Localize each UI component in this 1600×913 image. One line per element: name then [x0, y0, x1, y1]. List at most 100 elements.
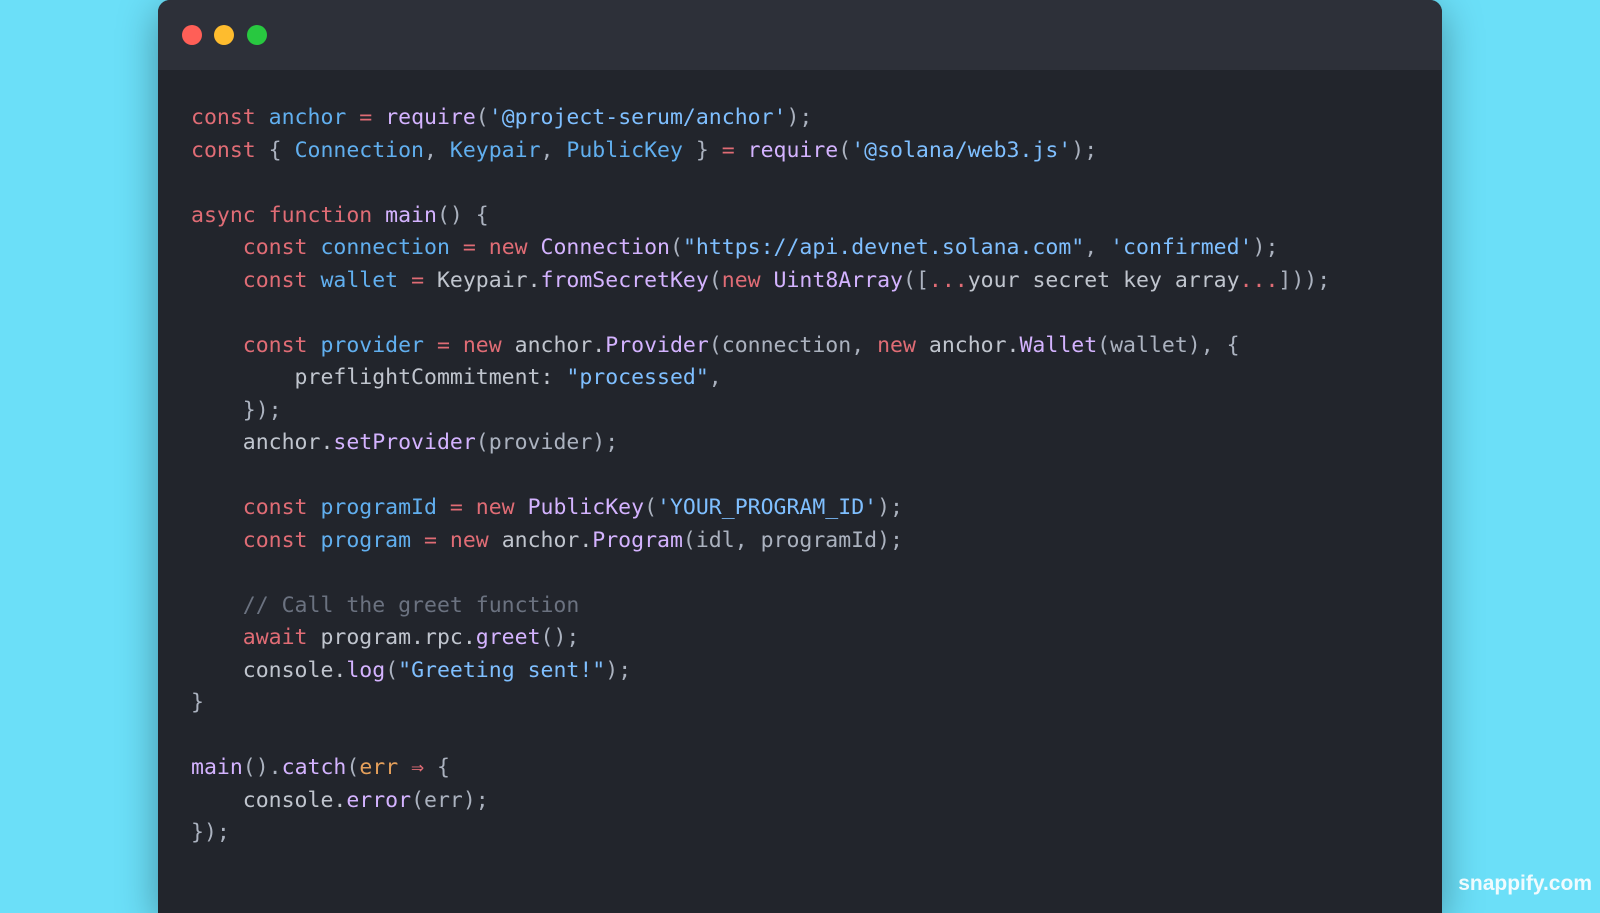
code-token: new — [462, 332, 515, 358]
code-line: console.log("Greeting sent!"); — [191, 655, 1432, 688]
code-token: ( — [475, 105, 489, 130]
code-token: ); — [786, 105, 813, 130]
code-token: = — [424, 332, 463, 358]
code-line: preflightCommitment: "processed", — [191, 362, 1432, 395]
code-token: new — [488, 235, 541, 260]
code-token: ( — [669, 235, 683, 260]
code-token: err — [359, 755, 399, 780]
code-token: await — [242, 625, 321, 650]
minimize-window-button[interactable] — [214, 25, 234, 45]
code-token: () { — [436, 202, 489, 228]
code-token: wallet — [320, 267, 399, 293]
code-token: require — [747, 137, 839, 163]
code-token: async — [191, 202, 269, 228]
code-token: , — [540, 137, 567, 163]
code-line: const anchor = require('@project-serum/a… — [191, 102, 1432, 135]
code-line: main().catch(err ⇒ { — [191, 752, 1432, 785]
code-token: // Call the greet function — [191, 592, 580, 618]
code-token: ); — [605, 657, 632, 683]
code-token: (wallet), { — [1097, 332, 1240, 358]
code-token: Program — [592, 527, 683, 553]
code-token: ( — [708, 267, 722, 293]
code-token: anchor. — [191, 430, 334, 455]
code-token: anchor. — [501, 527, 593, 553]
code-token: Keypair — [449, 137, 541, 163]
code-window: const anchor = require('@project-serum/a… — [158, 0, 1442, 913]
code-line: }); — [191, 395, 1432, 428]
code-token: 'YOUR_PROGRAM_ID' — [657, 495, 878, 520]
close-window-button[interactable] — [182, 25, 202, 45]
code-line: const { Connection, Keypair, PublicKey }… — [191, 135, 1432, 168]
code-token: "https://api.devnet.solana.com" — [682, 235, 1085, 260]
code-token: }); — [191, 397, 282, 423]
code-line: }); — [191, 817, 1432, 850]
code-token: Connection — [540, 235, 670, 260]
code-token: ... — [928, 267, 968, 293]
code-token: preflightCommitment: — [191, 365, 567, 390]
code-token: main — [385, 202, 437, 228]
code-token: const — [191, 137, 269, 163]
code-line: console.error(err); — [191, 785, 1432, 818]
code-line: const wallet = Keypair.fromSecretKey(new… — [191, 265, 1432, 298]
code-token: ( — [838, 137, 852, 163]
code-token: program.rpc. — [320, 625, 476, 650]
maximize-window-button[interactable] — [247, 25, 267, 45]
code-token: = — [721, 137, 748, 163]
code-token: main — [191, 755, 243, 780]
code-token: } — [682, 137, 722, 163]
code-token: ); — [877, 495, 903, 520]
code-token: anchor. — [928, 332, 1020, 358]
code-token: = — [398, 267, 437, 293]
code-token: catch — [281, 755, 347, 780]
code-line: // Call the greet function — [191, 590, 1432, 623]
code-token: ); — [1071, 137, 1098, 163]
code-token: }); — [191, 820, 230, 845]
code-line: await program.rpc.greet(); — [191, 622, 1432, 655]
code-token: const — [242, 332, 321, 358]
code-token: new — [449, 527, 502, 553]
code-token: = — [436, 495, 476, 520]
code-token: (connection, — [708, 332, 878, 358]
code-token: Wallet — [1019, 332, 1098, 358]
code-token: const — [242, 495, 321, 520]
code-token: const — [242, 267, 321, 293]
code-token: programId — [320, 495, 437, 520]
code-token: ([ — [903, 267, 929, 293]
code-token: } — [191, 690, 204, 715]
code-token: "Greeting sent!" — [398, 657, 606, 683]
code-token: (err); — [411, 787, 489, 813]
code-token: Uint8Array — [773, 267, 903, 293]
code-token: '@solana/web3.js' — [851, 137, 1072, 163]
code-token: console. — [191, 787, 347, 813]
code-token: your secret key array — [967, 267, 1240, 293]
code-token: connection — [320, 235, 450, 260]
code-token: anchor. — [514, 332, 606, 358]
code-token: (idl, programId); — [682, 527, 903, 553]
code-token: const — [242, 235, 321, 260]
code-token: Keypair. — [436, 267, 541, 293]
code-line: const programId = new PublicKey('YOUR_PR… — [191, 492, 1432, 525]
code-token: require — [385, 105, 476, 130]
code-token: ⇒ — [398, 755, 437, 780]
code-token: new — [475, 495, 528, 520]
code-token: = — [449, 235, 489, 260]
code-token: ( — [346, 755, 360, 780]
code-token: console. — [191, 657, 347, 683]
code-token: Connection — [294, 137, 425, 163]
code-token: , — [1084, 235, 1111, 260]
code-token: log — [346, 657, 386, 683]
code-token: provider — [320, 332, 425, 358]
code-token: , — [708, 365, 722, 390]
code-line: const provider = new anchor.Provider(con… — [191, 330, 1432, 363]
code-token: program — [320, 527, 412, 553]
code-line: } — [191, 687, 1432, 720]
code-token: fromSecretKey — [540, 267, 709, 293]
code-token: ... — [1239, 267, 1279, 293]
code-line: async function main() { — [191, 200, 1432, 233]
